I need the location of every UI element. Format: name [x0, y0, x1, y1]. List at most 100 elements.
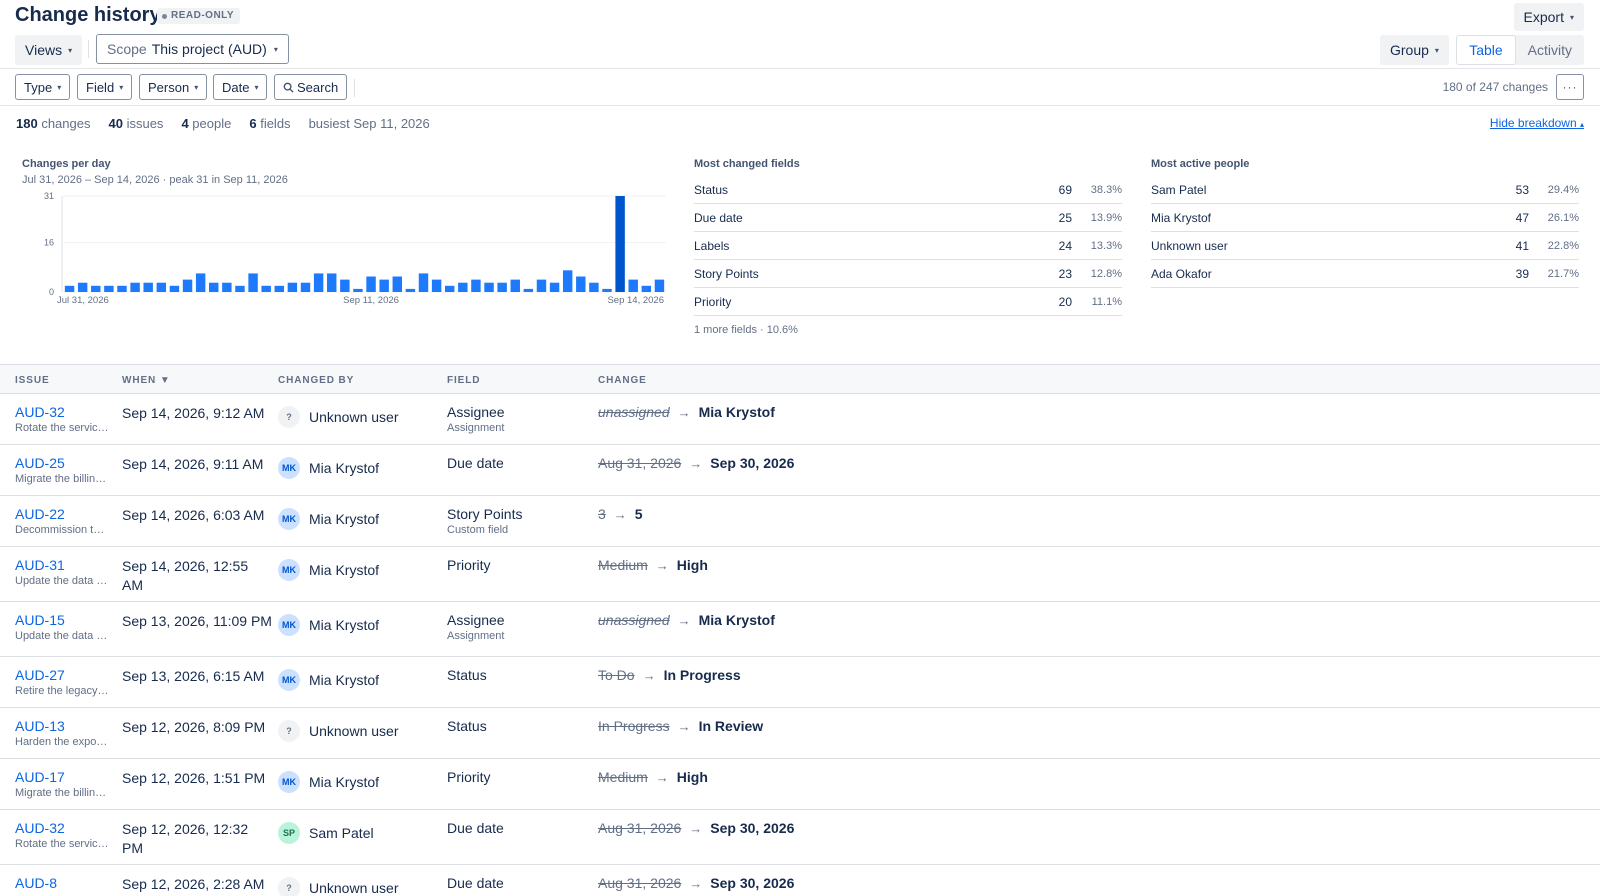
chart-bar[interactable] — [274, 285, 285, 292]
chart-bar[interactable] — [287, 282, 298, 292]
chart-bar[interactable] — [340, 279, 350, 292]
chart-bar[interactable] — [222, 282, 232, 292]
issue-key-link[interactable]: AUD-17 — [15, 769, 111, 785]
chart-bar[interactable] — [327, 273, 337, 292]
chart-bar[interactable] — [366, 276, 376, 292]
chart-bar[interactable] — [484, 282, 494, 292]
table-row[interactable]: AUD-32 Rotate the service credentials Sep … — [0, 810, 1600, 865]
person-stat-row[interactable]: Ada Okafor 39 21.7% — [1151, 260, 1579, 288]
table-row[interactable]: AUD-22 Decommission the old gateway Sep 14… — [0, 496, 1600, 547]
hide-breakdown-link[interactable]: Hide breakdown ▴ — [1490, 116, 1584, 130]
issue-key-link[interactable]: AUD-13 — [15, 718, 111, 734]
chart-bar[interactable] — [117, 285, 127, 292]
group-button[interactable]: Group ▾ — [1380, 35, 1449, 65]
chart-bar[interactable] — [641, 285, 652, 292]
chart-bar[interactable] — [523, 288, 534, 292]
issue-key-link[interactable]: AUD-15 — [15, 612, 111, 628]
chart-bar[interactable] — [156, 282, 167, 292]
issue-key-link[interactable]: AUD-31 — [15, 557, 111, 573]
column-changed-by[interactable]: CHANGED BY — [278, 375, 354, 386]
table-row[interactable]: AUD-31 Update the data retention policy Se… — [0, 547, 1600, 602]
field-type: Assignment — [447, 630, 505, 642]
scope-select[interactable]: Scope This project (AUD) ▾ — [96, 34, 289, 64]
chart-bar[interactable] — [510, 279, 520, 292]
chart-bar[interactable] — [536, 279, 547, 292]
person-stat-row[interactable]: Mia Krystof 47 26.1% — [1151, 204, 1579, 232]
chart-bar[interactable] — [235, 285, 245, 292]
chart-bar[interactable] — [130, 282, 140, 292]
type-filter-button[interactable]: Type ▾ — [15, 74, 71, 100]
chart-bar[interactable] — [77, 282, 88, 292]
chart-bar[interactable] — [418, 273, 429, 292]
chart-bar[interactable] — [576, 276, 586, 292]
export-button[interactable]: Export ▾ — [1513, 3, 1584, 31]
chart-bar[interactable] — [549, 282, 560, 292]
column-field[interactable]: FIELD — [447, 375, 480, 386]
chart-bar[interactable] — [628, 279, 638, 292]
date-filter-button[interactable]: Date ▾ — [213, 74, 268, 100]
search-button[interactable]: Search — [274, 74, 348, 100]
person-stat-row[interactable]: Unknown user 41 22.8% — [1151, 232, 1579, 260]
table-row[interactable]: AUD-27 Retire the legacy endpoints Sep 13,… — [0, 657, 1600, 708]
chart-bar[interactable] — [471, 279, 481, 292]
chart-bar[interactable] — [615, 196, 625, 292]
chart-bar[interactable] — [497, 282, 507, 292]
issue-key-link[interactable]: AUD-27 — [15, 667, 111, 683]
chart-bar[interactable] — [313, 273, 324, 292]
chart-bar[interactable] — [104, 285, 114, 292]
tab-table[interactable]: Table — [1456, 35, 1516, 65]
table-row[interactable]: AUD-17 Migrate the billing export Sep 12, … — [0, 759, 1600, 810]
field-stat-row[interactable]: Status 69 38.3% — [694, 176, 1122, 204]
field-cell: Priority — [447, 557, 491, 573]
person-filter-button[interactable]: Person ▾ — [139, 74, 208, 100]
chart-bar[interactable] — [444, 285, 455, 292]
column-when[interactable]: WHEN ▼ — [122, 375, 171, 386]
person-filter-label: Person — [148, 79, 190, 95]
person-stat-row[interactable]: Sam Patel 53 29.4% — [1151, 176, 1579, 204]
field-filter-button[interactable]: Field ▾ — [77, 74, 133, 100]
chart-bar[interactable] — [431, 279, 442, 292]
arrow-right-icon: → — [677, 404, 691, 420]
table-row[interactable]: AUD-15 Update the data retention policy Se… — [0, 602, 1600, 657]
column-change[interactable]: CHANGE — [598, 375, 647, 386]
field-name: Status — [447, 667, 487, 683]
views-button[interactable]: Views ▾ — [15, 35, 83, 65]
chart-bar[interactable] — [589, 282, 599, 292]
table-row[interactable]: AUD-8 Sep 12, 2026, 2:28 AM? Unknown user D… — [0, 865, 1600, 896]
table-row[interactable]: AUD-25 Migrate the billing export Sep 14, … — [0, 445, 1600, 496]
chart-bar[interactable] — [91, 285, 101, 292]
issue-key-link[interactable]: AUD-32 — [15, 404, 111, 420]
chart-bar[interactable] — [143, 282, 153, 292]
issue-key-link[interactable]: AUD-8 — [15, 875, 111, 891]
tab-activity[interactable]: Activity — [1516, 35, 1584, 65]
table-row[interactable]: AUD-32 Rotate the service credentials Sep … — [0, 394, 1600, 445]
chart-bar[interactable] — [248, 273, 258, 292]
table-row[interactable]: AUD-13 Harden the export pipeline Sep 12, … — [0, 708, 1600, 759]
chart-bar[interactable] — [353, 288, 363, 292]
chart-bar[interactable] — [405, 288, 416, 292]
chart-bar[interactable] — [195, 273, 206, 292]
field-stat-row[interactable]: Priority 20 11.1% — [694, 288, 1122, 316]
stat-fields-label: fields — [260, 116, 291, 131]
more-options-button[interactable]: ··· — [1556, 74, 1584, 100]
chart-bar[interactable] — [261, 285, 271, 292]
chart-bar[interactable] — [300, 282, 311, 292]
issue-key-link[interactable]: AUD-32 — [15, 820, 111, 836]
chart-bar[interactable] — [182, 279, 193, 292]
field-stat-row[interactable]: Labels 24 13.3% — [694, 232, 1122, 260]
issue-key-link[interactable]: AUD-25 — [15, 455, 111, 471]
chart-bar[interactable] — [379, 279, 389, 292]
chart-bar[interactable] — [654, 279, 665, 292]
column-issue[interactable]: ISSUE — [15, 375, 50, 386]
field-stat-row[interactable]: Due date 25 13.9% — [694, 204, 1122, 232]
chart-bar[interactable] — [562, 270, 573, 292]
chart-bar[interactable] — [64, 285, 75, 292]
chart-bar[interactable] — [458, 282, 468, 292]
chart-bar[interactable] — [602, 288, 612, 292]
changed-by-name: Unknown user — [309, 723, 399, 739]
field-stat-row[interactable]: Story Points 23 12.8% — [694, 260, 1122, 288]
chart-bar[interactable] — [209, 282, 219, 292]
issue-key-link[interactable]: AUD-22 — [15, 506, 111, 522]
chart-bar[interactable] — [169, 285, 180, 292]
chart-bar[interactable] — [392, 276, 402, 292]
